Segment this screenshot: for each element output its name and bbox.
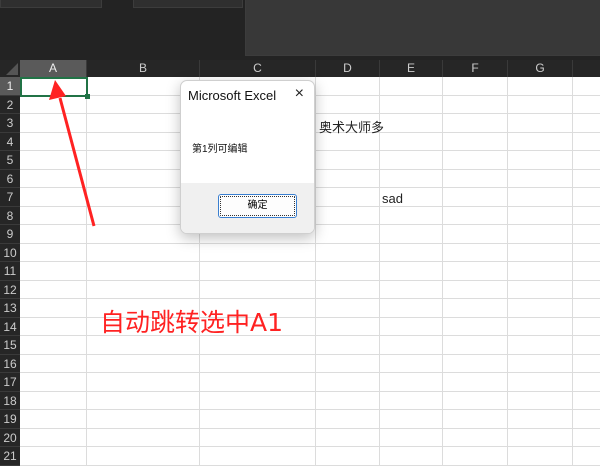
message-box-dialog: Microsoft Excel × 第1列可编辑 确定 [180, 80, 315, 234]
ok-button[interactable]: 确定 [218, 194, 297, 218]
dialog-message: 第1列可编辑 [192, 144, 248, 155]
dialog-title: Microsoft Excel [188, 88, 277, 103]
annotation-text: 自动跳转选中A1 [100, 308, 284, 337]
close-icon[interactable]: × [295, 85, 304, 103]
